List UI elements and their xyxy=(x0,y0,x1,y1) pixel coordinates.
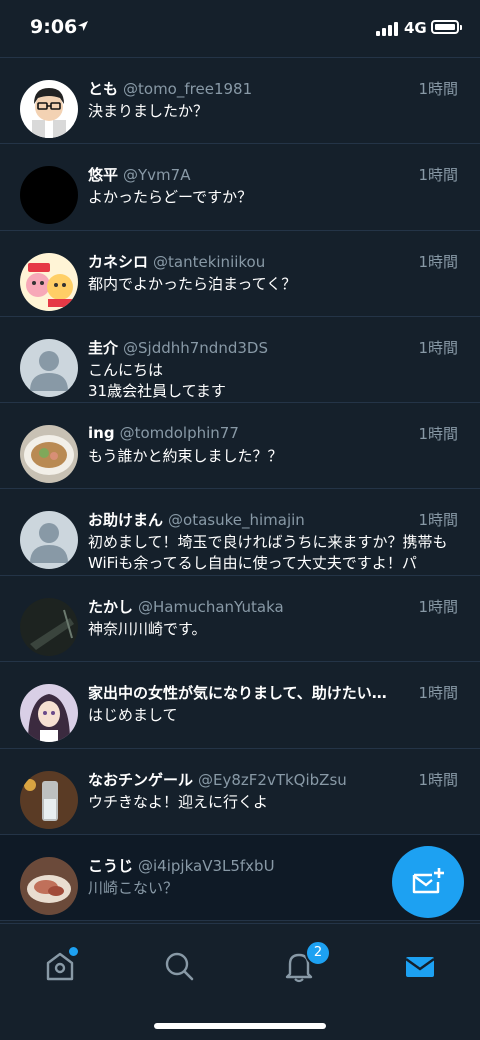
status-bar: 9:06 4G xyxy=(0,0,480,56)
cellular-signal-icon xyxy=(376,22,398,36)
message-time: 1時間 xyxy=(412,682,458,703)
default-avatar-icon xyxy=(20,339,78,397)
tab-messages[interactable] xyxy=(400,948,440,988)
sender-handle: @i4ipjkaV3L5fxbU xyxy=(138,857,275,875)
sender-name: ing xyxy=(88,424,115,442)
message-preview: 神奈川川崎です。 xyxy=(88,620,207,638)
sender-handle: @Ey8zF2vTkQibZsu xyxy=(198,771,347,789)
avatar[interactable] xyxy=(20,857,78,915)
sender-name: なおチンゲール xyxy=(88,771,194,789)
new-content-dot xyxy=(67,945,80,958)
message-preview: 決まりましたか？ xyxy=(88,102,209,120)
message-preview: よかったらどーですか？ xyxy=(88,188,253,206)
sender-handle: @tantekiniikou xyxy=(153,253,266,271)
sender-name: 悠平 xyxy=(88,166,119,184)
conversation-row[interactable]: お助けまん @otasuke_himajin 1時間 初めまして！埼玉で良ければう… xyxy=(0,489,480,576)
sender-handle: @Sjddhh7ndnd3DS xyxy=(123,339,268,357)
message-preview: ウチきなよ！迎えに行くよ xyxy=(88,793,269,811)
avatar[interactable] xyxy=(20,166,78,224)
message-preview: もう誰かと約束しました？？ xyxy=(88,447,283,465)
notification-badge: 2 xyxy=(305,940,331,966)
conversation-row[interactable]: とも @tomo_free1981 1時間 決まりましたか？ xyxy=(0,58,480,144)
conversation-row[interactable]: 悠平 @Yvm7A 1時間 よかったらどーですか？ xyxy=(0,144,480,231)
default-avatar-icon xyxy=(20,511,78,569)
messages-icon xyxy=(405,957,435,977)
message-preview: 初めまして！埼玉で良ければうちに来ますか？携帯もWiFiも余ってるし自由に使って… xyxy=(88,533,448,572)
sender-name: とも xyxy=(88,80,119,98)
sender-name: 圭介 xyxy=(88,339,119,357)
message-time: 1時間 xyxy=(412,78,458,99)
conversation-row[interactable]: カネシロ @tantekiniikou 1時間 都内でよかったら泊まってく？ xyxy=(0,231,480,317)
sender-handle: @tomdolphin77 xyxy=(119,424,239,442)
avatar[interactable] xyxy=(20,253,78,311)
status-time: 9:06 xyxy=(30,16,78,38)
sender-handle: @HamuchanYutaka xyxy=(138,598,284,616)
message-preview: 都内でよかったら泊まってく？ xyxy=(88,275,297,293)
message-preview: こんにちは 31歳会社員してます xyxy=(88,361,226,400)
battery-icon xyxy=(431,20,462,34)
sender-name: カネシロ xyxy=(88,253,149,271)
avatar[interactable] xyxy=(20,511,78,569)
avatar[interactable] xyxy=(20,684,78,742)
tab-search[interactable] xyxy=(161,948,201,988)
conversation-row[interactable]: たかし @HamuchanYutaka 1時間 神奈川川崎です。 xyxy=(0,576,480,662)
message-time: 1時間 xyxy=(412,251,458,272)
conversation-row[interactable]: ing @tomdolphin77 1時間 もう誰かと約束しました？？ xyxy=(0,403,480,489)
sender-name: 家出中の女性が気になりまして、助けたい… xyxy=(88,684,387,702)
message-preview: はじめまして xyxy=(88,706,178,724)
message-time: 1時間 xyxy=(412,509,458,530)
conversation-list: とも @tomo_free1981 1時間 決まりましたか？ 悠平 @Yvm7A 1… xyxy=(0,57,480,924)
avatar[interactable] xyxy=(20,80,78,138)
location-arrow-icon xyxy=(78,21,88,31)
conversation-row[interactable]: なおチンゲール @Ey8zF2vTkQibZsu 1時間 ウチきなよ！迎えに行くよ xyxy=(0,749,480,835)
sender-handle: @Yvm7A xyxy=(123,166,191,184)
sender-name: お助けまん xyxy=(88,511,164,529)
tab-bar: 2 xyxy=(0,923,480,1040)
message-time: 1時間 xyxy=(412,164,458,185)
home-indicator xyxy=(154,1023,326,1029)
search-icon xyxy=(165,952,194,981)
sender-handle: @tomo_free1981 xyxy=(123,80,253,98)
conversation-row[interactable]: 圭介 @Sjddhh7ndnd3DS 1時間 こんにちは 31歳会社員してます xyxy=(0,317,480,403)
sender-name: たかし xyxy=(88,598,134,616)
sender-handle: @otasuke_himajin xyxy=(168,511,305,529)
message-time: 1時間 xyxy=(412,423,458,444)
sender-name: こうじ xyxy=(88,857,134,875)
new-message-icon xyxy=(412,868,444,894)
conversation-row[interactable]: 家出中の女性が気になりまして、助けたい… 1時間 はじめまして xyxy=(0,662,480,749)
message-time: 1時間 xyxy=(412,769,458,790)
network-type: 4G xyxy=(404,19,427,37)
compose-message-button[interactable] xyxy=(392,846,464,918)
avatar[interactable] xyxy=(20,425,78,483)
avatar[interactable] xyxy=(20,598,78,656)
message-time: 1時間 xyxy=(412,596,458,617)
message-time: 1時間 xyxy=(412,337,458,358)
avatar[interactable] xyxy=(20,339,78,397)
avatar[interactable] xyxy=(20,771,78,829)
